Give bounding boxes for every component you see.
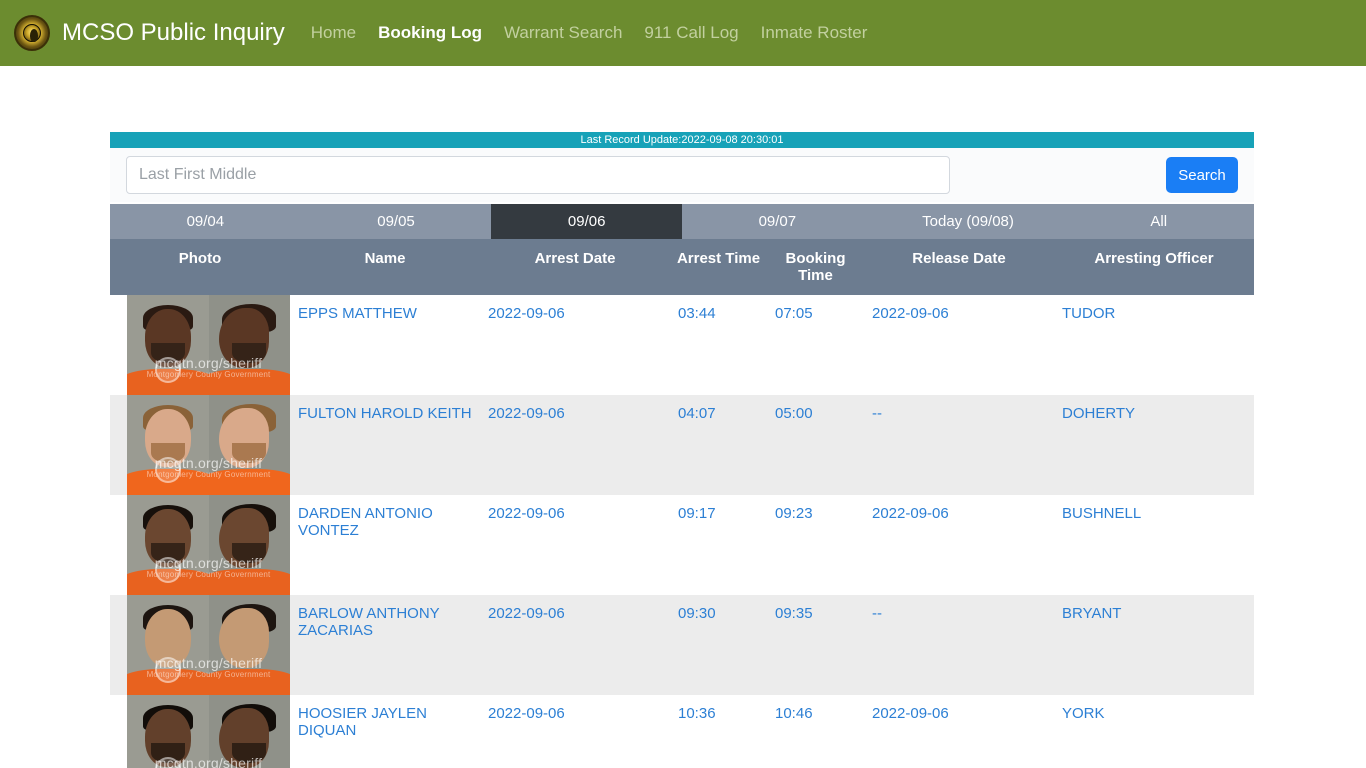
date-tab-all[interactable]: All — [1063, 204, 1255, 239]
table-body: mcgtn.org/sheriff Montgomery County Gove… — [110, 295, 1254, 768]
photo-cell[interactable]: mcgtn.org/sheriff Montgomery County Gove… — [110, 595, 290, 695]
cell-arrest-date[interactable]: 2022-09-06 — [480, 595, 670, 695]
last-record-update-banner: Last Record Update:2022-09-08 20:30:01 — [110, 132, 1254, 148]
mugshot-image[interactable]: mcgtn.org/sheriff Montgomery County Gove… — [127, 395, 290, 495]
mugshot-profile-view — [208, 495, 290, 595]
mugshot-profile-view — [208, 295, 290, 395]
inmate-name-link[interactable]: EPPS MATTHEW — [298, 305, 417, 322]
cell-name[interactable]: DARDEN ANTONIO VONTEZ — [290, 495, 480, 595]
date-tab-0906[interactable]: 09/06 — [491, 204, 683, 239]
primary-nav: Home Booking Log Warrant Search 911 Call… — [311, 23, 868, 43]
date-tab-0904[interactable]: 09/04 — [110, 204, 301, 239]
watermark-seal-icon — [155, 557, 181, 583]
cell-booking-time[interactable]: 10:46 — [767, 695, 864, 768]
column-header-photo[interactable]: Photo — [110, 239, 290, 295]
booking-log-table-wrapper: Photo Name Arrest Date Arrest Time Booki… — [110, 239, 1254, 768]
nav-link-warrant-search[interactable]: Warrant Search — [504, 23, 622, 43]
nav-link-911-call-log[interactable]: 911 Call Log — [644, 23, 738, 43]
mugshot-profile-view — [208, 595, 290, 695]
cell-arrest-time[interactable]: 09:17 — [670, 495, 767, 595]
cell-arrest-time[interactable]: 09:30 — [670, 595, 767, 695]
sheriff-seal-icon — [14, 15, 50, 51]
cell-booking-time[interactable]: 05:00 — [767, 395, 864, 495]
table-row: mcgtn.org/sheriff Montgomery County Gove… — [110, 295, 1254, 395]
photo-cell[interactable]: mcgtn.org/sheriff Montgomery County Gove… — [110, 395, 290, 495]
table-row: mcgtn.org/sheriff Montgomery County Gove… — [110, 495, 1254, 595]
cell-release-date[interactable]: -- — [864, 395, 1054, 495]
column-header-release-date[interactable]: Release Date — [864, 239, 1054, 295]
photo-cell[interactable]: mcgtn.org/sheriff Montgomery County Gove… — [110, 695, 290, 768]
column-header-arrest-time[interactable]: Arrest Time — [670, 239, 767, 295]
cell-arresting-officer[interactable]: YORK — [1054, 695, 1254, 768]
cell-booking-time[interactable]: 09:23 — [767, 495, 864, 595]
cell-arresting-officer[interactable]: BRYANT — [1054, 595, 1254, 695]
mugshot-profile-view — [208, 395, 290, 495]
mugshot-profile-view — [208, 695, 290, 768]
date-tab-0905[interactable]: 09/05 — [300, 204, 492, 239]
inmate-name-link[interactable]: DARDEN ANTONIO VONTEZ — [298, 505, 433, 539]
cell-name[interactable]: FULTON HAROLD KEITH — [290, 395, 480, 495]
watermark-seal-icon — [155, 357, 181, 383]
search-input[interactable] — [126, 156, 950, 194]
photo-cell[interactable]: mcgtn.org/sheriff Montgomery County Gove… — [110, 295, 290, 395]
booking-log-table: Photo Name Arrest Date Arrest Time Booki… — [110, 239, 1254, 768]
photo-cell[interactable]: mcgtn.org/sheriff Montgomery County Gove… — [110, 495, 290, 595]
inmate-name-link[interactable]: HOOSIER JAYLEN DIQUAN — [298, 705, 427, 739]
date-tab-0907[interactable]: 09/07 — [682, 204, 873, 239]
cell-arrest-date[interactable]: 2022-09-06 — [480, 395, 670, 495]
cell-booking-time[interactable]: 09:35 — [767, 595, 864, 695]
mugshot-image[interactable]: mcgtn.org/sheriff Montgomery County Gove… — [127, 495, 290, 595]
cell-release-date[interactable]: 2022-09-06 — [864, 495, 1054, 595]
search-button[interactable]: Search — [1166, 157, 1238, 193]
cell-release-date[interactable]: -- — [864, 595, 1054, 695]
column-header-arresting-officer[interactable]: Arresting Officer — [1054, 239, 1254, 295]
cell-arrest-date[interactable]: 2022-09-06 — [480, 295, 670, 395]
brand-title: MCSO Public Inquiry — [62, 19, 285, 46]
cell-arresting-officer[interactable]: TUDOR — [1054, 295, 1254, 395]
cell-name[interactable]: EPPS MATTHEW — [290, 295, 480, 395]
column-header-arrest-date[interactable]: Arrest Date — [480, 239, 670, 295]
nav-link-booking-log[interactable]: Booking Log — [378, 23, 482, 43]
nav-link-home[interactable]: Home — [311, 23, 356, 43]
column-header-name[interactable]: Name — [290, 239, 480, 295]
nav-link-inmate-roster[interactable]: Inmate Roster — [761, 23, 868, 43]
inmate-name-link[interactable]: BARLOW ANTHONY ZACARIAS — [298, 605, 439, 639]
cell-arrest-time[interactable]: 10:36 — [670, 695, 767, 768]
mugshot-image[interactable]: mcgtn.org/sheriff Montgomery County Gove… — [127, 295, 290, 395]
table-row: mcgtn.org/sheriff Montgomery County Gove… — [110, 395, 1254, 495]
cell-arrest-date[interactable]: 2022-09-06 — [480, 495, 670, 595]
cell-name[interactable]: HOOSIER JAYLEN DIQUAN — [290, 695, 480, 768]
cell-arrest-time[interactable]: 04:07 — [670, 395, 767, 495]
table-row: mcgtn.org/sheriff Montgomery County Gove… — [110, 695, 1254, 768]
cell-arrest-time[interactable]: 03:44 — [670, 295, 767, 395]
cell-arresting-officer[interactable]: BUSHNELL — [1054, 495, 1254, 595]
watermark-seal-icon — [155, 457, 181, 483]
cell-release-date[interactable]: 2022-09-06 — [864, 295, 1054, 395]
watermark-seal-icon — [155, 657, 181, 683]
search-bar: Search — [110, 148, 1254, 202]
cell-arrest-date[interactable]: 2022-09-06 — [480, 695, 670, 768]
date-tab-today[interactable]: Today (09/08) — [872, 204, 1064, 239]
inmate-name-link[interactable]: FULTON HAROLD KEITH — [298, 405, 472, 422]
cell-arresting-officer[interactable]: DOHERTY — [1054, 395, 1254, 495]
cell-release-date[interactable]: 2022-09-06 — [864, 695, 1054, 768]
top-navbar: MCSO Public Inquiry Home Booking Log War… — [0, 0, 1366, 66]
table-header-row: Photo Name Arrest Date Arrest Time Booki… — [110, 239, 1254, 295]
date-tab-bar: 09/04 09/05 09/06 09/07 Today (09/08) Al… — [110, 204, 1255, 239]
column-header-booking-time[interactable]: Booking Time — [767, 239, 864, 295]
table-row: mcgtn.org/sheriff Montgomery County Gove… — [110, 595, 1254, 695]
mugshot-image[interactable]: mcgtn.org/sheriff Montgomery County Gove… — [127, 695, 290, 768]
cell-booking-time[interactable]: 07:05 — [767, 295, 864, 395]
mugshot-image[interactable]: mcgtn.org/sheriff Montgomery County Gove… — [127, 595, 290, 695]
cell-name[interactable]: BARLOW ANTHONY ZACARIAS — [290, 595, 480, 695]
